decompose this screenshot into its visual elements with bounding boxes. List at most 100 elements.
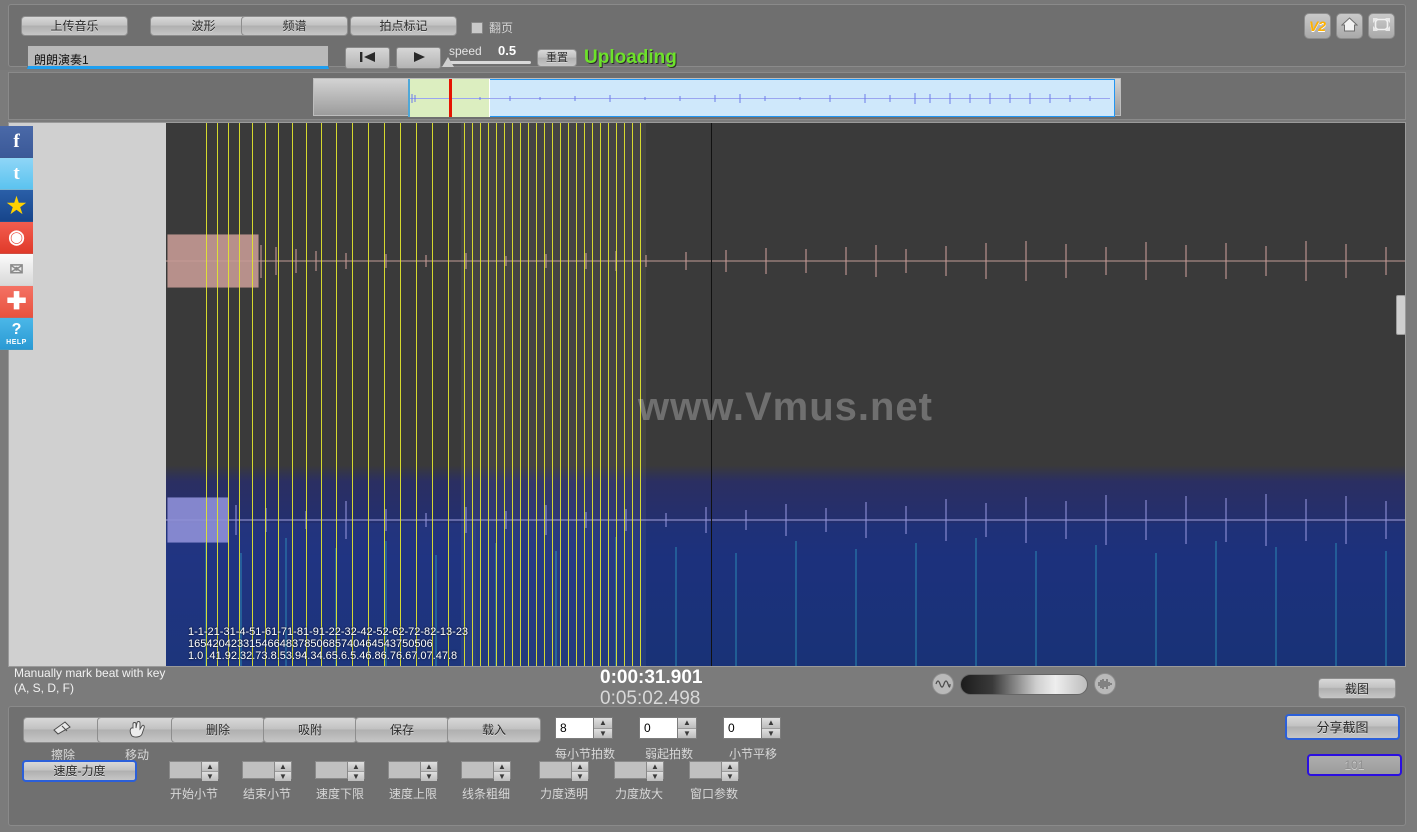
delete-button[interactable]: 删除 [171, 717, 265, 743]
spinner-down-arrow[interactable]: ▼ [594, 728, 612, 738]
tempo-min-arrows[interactable]: ▲ ▼ [347, 761, 365, 781]
email-icon[interactable]: ✉ [0, 254, 33, 286]
spinner-up-arrow[interactable]: ▲ [594, 718, 612, 729]
dynamics-zoom-label: 力度放大 [614, 787, 663, 801]
spinner-down-arrow[interactable]: ▼ [421, 772, 437, 781]
editor-stage: www.Vmus.net 1-1-21-31-4-51-61-71-81-91-… [8, 122, 1406, 667]
pickup-beats-spinner[interactable]: 0 ▲ ▼ [639, 717, 697, 739]
tempo-max-spinner[interactable]: ▲ ▼ [388, 761, 438, 781]
move-tool-button[interactable] [97, 717, 177, 743]
spinner-up-arrow[interactable]: ▲ [494, 762, 510, 772]
beat-mark-button[interactable]: 拍点标记 [350, 16, 457, 36]
navigator-playhead[interactable] [449, 79, 452, 117]
dynamics-opacity-arrows[interactable]: ▲ ▼ [571, 761, 589, 781]
top-right-icon-group: V2 [1304, 13, 1395, 39]
spinner-up-arrow[interactable]: ▲ [421, 762, 437, 772]
line-thickness-value[interactable] [461, 761, 493, 779]
tempo-max-value[interactable] [388, 761, 420, 779]
start-measure-spinner[interactable]: ▲ ▼ [169, 761, 219, 781]
spinner-up-arrow[interactable]: ▲ [348, 762, 364, 772]
tempo-max-arrows[interactable]: ▲ ▼ [420, 761, 438, 781]
waveform-spectrogram-pane[interactable]: www.Vmus.net 1-1-21-31-4-51-61-71-81-91-… [166, 123, 1405, 666]
speed-dynamics-button[interactable]: 速度-力度 [22, 760, 137, 782]
load-button[interactable]: 载入 [447, 717, 541, 743]
page-turn-checkbox[interactable]: 翻页 [471, 19, 513, 36]
spinner-down-arrow[interactable]: ▼ [572, 772, 588, 781]
disabled-action-button[interactable]: 101 [1307, 754, 1402, 776]
dynamics-zoom-spinner[interactable]: ▲ ▼ [614, 761, 664, 781]
weibo-icon[interactable]: ◉ [0, 222, 33, 254]
pickup-beats-arrows[interactable]: ▲ ▼ [677, 717, 697, 739]
rewind-button[interactable] [345, 47, 390, 69]
snap-button[interactable]: 吸附 [263, 717, 357, 743]
social-share-sidebar: f t ★ ◉ ✉ ✚ ? HELP [0, 126, 33, 350]
spinner-down-arrow[interactable]: ▼ [722, 772, 738, 781]
waveform-low-icon[interactable] [932, 673, 954, 695]
spectrum-button[interactable]: 频谱 [241, 16, 348, 36]
spinner-down-arrow[interactable]: ▼ [494, 772, 510, 781]
measure-shift-arrows[interactable]: ▲ ▼ [761, 717, 781, 739]
spinner-up-arrow[interactable]: ▲ [762, 718, 780, 729]
play-button[interactable] [396, 47, 441, 69]
window-param-spinner[interactable]: ▲ ▼ [689, 761, 739, 781]
spinner-down-arrow[interactable]: ▼ [762, 728, 780, 738]
measure-shift-value[interactable]: 0 [723, 717, 761, 739]
vertical-scroll-handle[interactable] [1396, 295, 1406, 335]
dynamics-opacity-spinner[interactable]: ▲ ▼ [539, 761, 589, 781]
save-button[interactable]: 保存 [355, 717, 449, 743]
facebook-icon[interactable]: f [0, 126, 33, 158]
end-measure-arrows[interactable]: ▲ ▼ [274, 761, 292, 781]
pickup-beats-label: 弱起拍数 [644, 747, 693, 761]
fullscreen-button[interactable] [1368, 13, 1395, 39]
capture-button[interactable]: 截图 [1318, 678, 1396, 699]
measure-shift-spinner[interactable]: 0 ▲ ▼ [723, 717, 781, 739]
spinner-up-arrow[interactable]: ▲ [572, 762, 588, 772]
end-measure-value[interactable] [242, 761, 274, 779]
dynamics-opacity-label: 力度透明 [539, 787, 588, 801]
pickup-beats-value[interactable]: 0 [639, 717, 677, 739]
fullscreen-icon [1372, 17, 1391, 35]
reset-button[interactable]: 重置 [537, 49, 577, 67]
upload-music-button[interactable]: 上传音乐 [21, 16, 128, 36]
qzone-star-icon[interactable]: ★ [0, 190, 33, 222]
dynamics-zoom-value[interactable] [614, 761, 646, 779]
spinner-up-arrow[interactable]: ▲ [647, 762, 663, 772]
start-measure-arrows[interactable]: ▲ ▼ [201, 761, 219, 781]
spinner-down-arrow[interactable]: ▼ [678, 728, 696, 738]
beats-per-measure-spinner[interactable]: 8 ▲ ▼ [555, 717, 613, 739]
spinner-down-arrow[interactable]: ▼ [202, 772, 218, 781]
tempo-min-value[interactable] [315, 761, 347, 779]
more-share-icon[interactable]: ✚ [0, 286, 33, 318]
version-badge-button[interactable]: V2 [1304, 13, 1331, 39]
waveform-high-icon[interactable] [1094, 673, 1116, 695]
twitter-icon[interactable]: t [0, 158, 33, 190]
spinner-down-arrow[interactable]: ▼ [275, 772, 291, 781]
window-param-value[interactable] [689, 761, 721, 779]
help-icon[interactable]: ? HELP [0, 318, 33, 350]
navigator-canvas[interactable] [313, 78, 1121, 117]
line-thickness-arrows[interactable]: ▲ ▼ [493, 761, 511, 781]
spinner-down-arrow[interactable]: ▼ [348, 772, 364, 781]
speed-slider-thumb[interactable] [442, 57, 454, 67]
volume-slider[interactable] [960, 673, 1088, 695]
beats-per-measure-arrows[interactable]: ▲ ▼ [593, 717, 613, 739]
share-capture-button[interactable]: 分享截图 [1285, 714, 1400, 740]
beats-per-measure-value[interactable]: 8 [555, 717, 593, 739]
spinner-down-arrow[interactable]: ▼ [647, 772, 663, 781]
erase-tool-button[interactable] [23, 717, 103, 743]
spinner-up-arrow[interactable]: ▲ [202, 762, 218, 772]
tempo-min-spinner[interactable]: ▲ ▼ [315, 761, 365, 781]
dynamics-opacity-value[interactable] [539, 761, 571, 779]
spinner-up-arrow[interactable]: ▲ [275, 762, 291, 772]
window-param-arrows[interactable]: ▲ ▼ [721, 761, 739, 781]
home-button[interactable] [1336, 13, 1363, 39]
line-thickness-spinner[interactable]: ▲ ▼ [461, 761, 511, 781]
end-measure-spinner[interactable]: ▲ ▼ [242, 761, 292, 781]
start-measure-value[interactable] [169, 761, 201, 779]
track-name-input[interactable]: 朗朗演奏1 [27, 45, 329, 69]
speed-slider-track[interactable] [446, 61, 531, 64]
spinner-up-arrow[interactable]: ▲ [678, 718, 696, 729]
stage-playhead[interactable] [711, 123, 712, 666]
dynamics-zoom-arrows[interactable]: ▲ ▼ [646, 761, 664, 781]
spinner-up-arrow[interactable]: ▲ [722, 762, 738, 772]
